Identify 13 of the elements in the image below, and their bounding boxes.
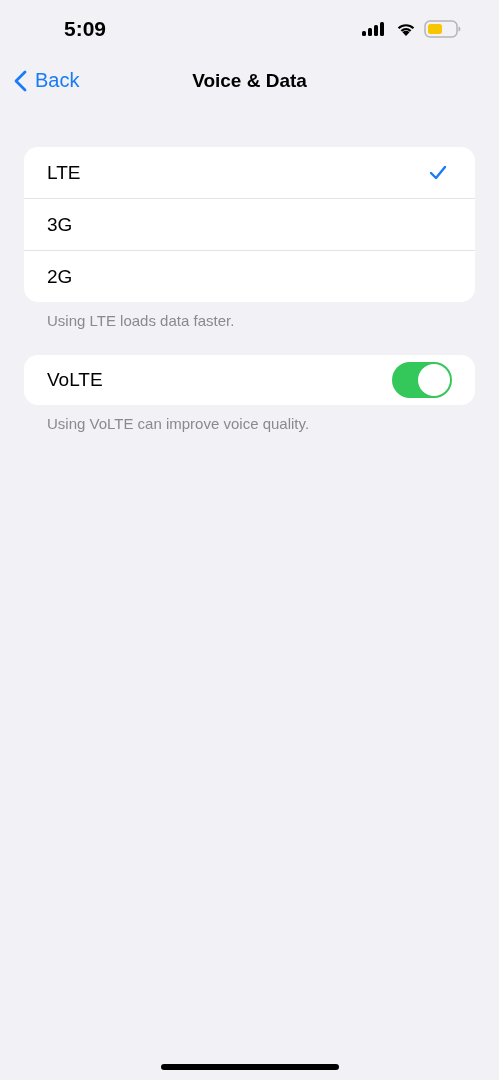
volte-toggle[interactable]: [392, 362, 452, 398]
battery-icon: [424, 20, 461, 38]
page-title: Voice & Data: [192, 69, 307, 92]
network-option[interactable]: 3G: [24, 199, 475, 251]
network-option[interactable]: LTE: [24, 147, 475, 199]
volte-label: VoLTE: [47, 369, 103, 391]
network-option[interactable]: 2G: [24, 251, 475, 302]
back-chevron-icon: [14, 69, 27, 92]
footer-note: Using LTE loads data faster.: [47, 312, 236, 329]
wifi-icon: [396, 22, 416, 36]
footer-note: Using VoLTE can improve voice quality.: [47, 415, 311, 432]
back-button[interactable]: Back: [14, 69, 80, 92]
status-time: 5:09: [64, 17, 107, 41]
